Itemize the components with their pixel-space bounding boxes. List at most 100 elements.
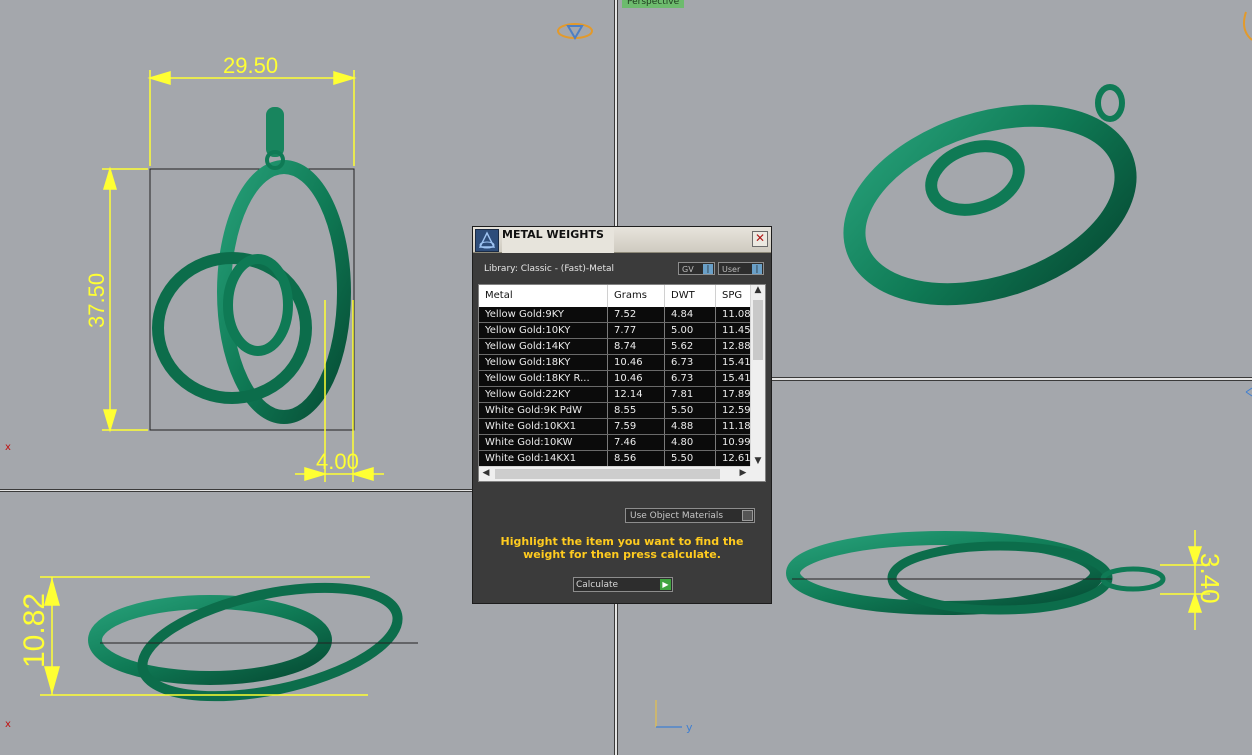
scroll-corner bbox=[750, 466, 765, 481]
scroll-up-icon[interactable]: ▲ bbox=[751, 285, 765, 295]
library-label: Library: Classic - (Fast)-Metal bbox=[484, 264, 615, 274]
metal-table[interactable]: Metal Grams DWT SPG Yellow Gold:9KY 7.52 4… bbox=[478, 284, 766, 482]
cell-dwt: 6.73 bbox=[665, 371, 716, 386]
cell-grams: 10.46 bbox=[608, 355, 665, 370]
gv-toggle-label: GV bbox=[682, 265, 694, 274]
user-toggle-label: User bbox=[722, 265, 741, 274]
dim-side-bail-label: 3.40 bbox=[1195, 553, 1225, 604]
table-row[interactable]: Yellow Gold:9KY 7.52 4.84 11.08 bbox=[479, 307, 751, 323]
cell-grams: 10.46 bbox=[608, 371, 665, 386]
column-header-dwt[interactable]: DWT bbox=[665, 285, 716, 307]
cell-grams: 7.46 bbox=[608, 435, 665, 450]
play-icon: ▶ bbox=[660, 579, 671, 590]
axis-y-label: y bbox=[686, 721, 693, 734]
cell-metal: White Gold:14KX1 bbox=[479, 451, 608, 466]
table-row[interactable]: Yellow Gold:18KY R... 10.46 6.73 15.41 bbox=[479, 371, 751, 387]
pendant-top-view bbox=[88, 582, 418, 702]
cell-spg: 11.45 bbox=[722, 325, 751, 336]
cell-metal: Yellow Gold:14KY bbox=[479, 339, 608, 354]
cell-dwt: 5.62 bbox=[665, 339, 716, 354]
table-row[interactable]: Yellow Gold:14KY 8.74 5.62 12.88 bbox=[479, 339, 751, 355]
calculate-label: Calculate bbox=[576, 580, 619, 590]
scroll-left-icon[interactable]: ◀ bbox=[479, 468, 493, 478]
use-object-materials-label: Use Object Materials bbox=[630, 511, 724, 521]
cell-spg: 15.41 bbox=[722, 373, 751, 384]
cell-metal: Yellow Gold:9KY bbox=[479, 307, 608, 322]
table-header: Metal Grams DWT SPG bbox=[479, 285, 751, 308]
scroll-down-icon[interactable]: ▼ bbox=[751, 456, 765, 466]
table-row[interactable]: White Gold:9K PdW 8.55 5.50 12.59 bbox=[479, 403, 751, 419]
cell-metal: White Gold:9K PdW bbox=[479, 403, 608, 418]
column-header-metal[interactable]: Metal bbox=[479, 285, 608, 307]
axis-x-marker-bottom: x bbox=[5, 719, 11, 730]
cell-grams: 8.56 bbox=[608, 451, 665, 466]
pendant-side-view bbox=[786, 531, 1166, 615]
cell-dwt: 6.73 bbox=[665, 355, 716, 370]
ring-icon-edge bbox=[1243, 11, 1252, 41]
toggle-circle-icon bbox=[742, 510, 753, 521]
gv-toggle[interactable]: GV | bbox=[678, 262, 715, 275]
table-row[interactable]: White Gold:14KX1 8.56 5.50 12.61 bbox=[479, 451, 751, 467]
cell-dwt: 5.50 bbox=[665, 451, 716, 466]
scroll-right-icon[interactable]: ▶ bbox=[736, 468, 750, 478]
cell-dwt: 4.80 bbox=[665, 435, 716, 450]
cell-dwt: 7.81 bbox=[665, 387, 716, 402]
dialog-titlebar[interactable]: METAL WEIGHTS ✕ bbox=[473, 227, 771, 253]
column-header-grams[interactable]: Grams bbox=[608, 285, 665, 307]
cell-spg: 17.89 bbox=[722, 389, 751, 400]
cell-metal: Yellow Gold:22KY bbox=[479, 387, 608, 402]
pendant-perspective-view bbox=[843, 84, 1137, 306]
axis-indicator bbox=[655, 700, 682, 728]
dim-width-label: 29.50 bbox=[223, 53, 278, 78]
vertical-scrollbar[interactable]: ▲ ▼ bbox=[750, 285, 765, 466]
cell-spg: 12.59 bbox=[722, 405, 751, 416]
cell-grams: 8.74 bbox=[608, 339, 665, 354]
dim-bail-label: 4.00 bbox=[316, 449, 359, 474]
table-row[interactable]: Yellow Gold:18KY 10.46 6.73 15.41 bbox=[479, 355, 751, 371]
cell-spg: 12.61 bbox=[722, 453, 751, 464]
metal-weights-dialog: METAL WEIGHTS ✕ Library: Classic - (Fast… bbox=[472, 226, 772, 604]
cell-spg: 11.18 bbox=[722, 421, 751, 432]
cell-spg: 11.08 bbox=[722, 309, 751, 320]
cell-dwt: 4.84 bbox=[665, 307, 716, 322]
table-row[interactable]: White Gold:10KW 7.46 4.80 10.99 bbox=[479, 435, 751, 451]
vertical-scroll-thumb[interactable] bbox=[753, 300, 763, 360]
cell-grams: 7.52 bbox=[608, 307, 665, 322]
cell-grams: 8.55 bbox=[608, 403, 665, 418]
instruction-text: Highlight the item you want to find the … bbox=[500, 535, 744, 561]
cell-metal: Yellow Gold:18KY R... bbox=[479, 371, 608, 386]
cell-dwt: 5.00 bbox=[665, 323, 716, 338]
cell-dwt: 5.50 bbox=[665, 403, 716, 418]
cell-dwt: 4.88 bbox=[665, 419, 716, 434]
cell-spg: 10.99 bbox=[722, 437, 751, 448]
close-button[interactable]: ✕ bbox=[752, 231, 768, 247]
ring-icon-top bbox=[557, 23, 593, 40]
axis-edge-marker bbox=[1245, 387, 1252, 397]
column-header-spg[interactable]: SPG bbox=[716, 285, 751, 307]
dim-height-label: 37.50 bbox=[84, 273, 109, 328]
user-toggle[interactable]: User | bbox=[718, 262, 764, 275]
axis-x-marker-top: x bbox=[5, 442, 11, 453]
use-object-materials-toggle[interactable]: Use Object Materials bbox=[625, 508, 755, 523]
cell-metal: White Gold:10KW bbox=[479, 435, 608, 450]
table-row[interactable]: Yellow Gold:10KY 7.77 5.00 11.45 bbox=[479, 323, 751, 339]
pendant-front-view bbox=[149, 107, 355, 431]
dialog-title: METAL WEIGHTS bbox=[502, 227, 614, 253]
cell-spg: 12.88 bbox=[722, 341, 751, 352]
cell-metal: White Gold:10KX1 bbox=[479, 419, 608, 434]
table-row[interactable]: Yellow Gold:22KY 12.14 7.81 17.89 bbox=[479, 387, 751, 403]
cell-grams: 7.77 bbox=[608, 323, 665, 338]
cell-metal: Yellow Gold:10KY bbox=[479, 323, 608, 338]
toggle-indicator-icon: | bbox=[703, 264, 713, 274]
cell-grams: 12.14 bbox=[608, 387, 665, 402]
cell-grams: 7.59 bbox=[608, 419, 665, 434]
horizontal-scroll-thumb[interactable] bbox=[495, 469, 720, 479]
dim-top-height-label: 10.82 bbox=[18, 593, 51, 668]
app-icon bbox=[475, 229, 499, 252]
cell-spg: 15.41 bbox=[722, 357, 751, 368]
toggle-indicator-icon: | bbox=[752, 264, 762, 274]
cell-metal: Yellow Gold:18KY bbox=[479, 355, 608, 370]
table-row[interactable]: White Gold:10KX1 7.59 4.88 11.18 bbox=[479, 419, 751, 435]
horizontal-scrollbar[interactable]: ◀ ▶ bbox=[479, 466, 751, 481]
calculate-button[interactable]: Calculate ▶ bbox=[573, 577, 673, 592]
